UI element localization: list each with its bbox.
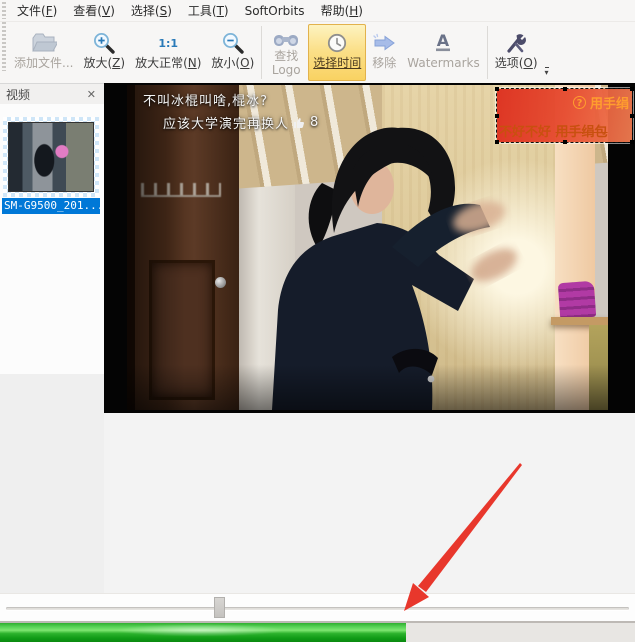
danmaku-text: 应该大学演完再换人	[163, 113, 289, 132]
slider-thumb[interactable]	[214, 597, 225, 618]
danmaku-like-count: 8	[310, 115, 319, 130]
options-button[interactable]: 选项(O)	[490, 24, 543, 81]
select-time-label: 选择时间	[313, 57, 361, 71]
toolbar-separator	[261, 26, 262, 79]
toolbar-separator-2	[487, 26, 488, 79]
list-item[interactable]	[3, 117, 99, 197]
slider-track[interactable]	[6, 607, 629, 610]
zoom-normal-label: 放大正常(N)	[135, 57, 201, 71]
zoom-out-icon	[221, 29, 245, 57]
menu-view[interactable]: 查看(V)	[65, 0, 123, 21]
watermark-letter-icon: A	[432, 29, 454, 57]
find-logo-label: 查找 Logo	[269, 50, 303, 78]
toolbar: 添加文件... 放大(Z) 1:1 放大正常(N)	[0, 22, 635, 83]
options-label: 选项(O)	[495, 57, 538, 71]
selection-handle[interactable]	[630, 87, 634, 91]
toolbar-grip[interactable]	[2, 2, 6, 19]
remove-label: 移除	[372, 57, 396, 71]
video-thumbnail[interactable]	[8, 122, 94, 192]
add-files-label: 添加文件...	[14, 57, 73, 71]
progress-bar	[0, 621, 635, 642]
selection-handle[interactable]	[495, 87, 499, 91]
toolbar-overflow-button[interactable]: ▾	[545, 67, 549, 77]
clock-icon	[325, 29, 349, 57]
zoom-in-icon	[92, 29, 116, 57]
thumbs-up-icon	[293, 116, 306, 129]
danmaku-comment: 不叫冰棍叫啥,棍冰?	[143, 90, 268, 109]
danmaku-comment-2: 应该大学演完再换人 8	[163, 113, 319, 132]
zoom-out-button[interactable]: 放小(O)	[206, 24, 259, 81]
watermark-text-bottom: 不好不好 用手绢包	[499, 121, 608, 140]
watermark-caption: 用手绢	[590, 93, 629, 112]
app-window: 文件(F) 查看(V) 选择(S) 工具(T) SoftOrbits 帮助(H)…	[0, 0, 635, 642]
binoculars-icon	[273, 29, 299, 50]
remove-arrow-icon	[371, 29, 397, 57]
video-list: SM-G9500_201...	[0, 104, 104, 374]
menu-help[interactable]: 帮助(H)	[313, 0, 371, 21]
zoom-1to1-icon: 1:1	[158, 29, 178, 57]
panel-header: 视频 ✕	[0, 84, 104, 104]
close-icon[interactable]: ✕	[85, 88, 98, 101]
zoom-normal-button[interactable]: 1:1 放大正常(N)	[130, 24, 206, 81]
add-files-button[interactable]: 添加文件...	[9, 24, 78, 81]
watermark-caption-2: 不好不好	[499, 125, 551, 140]
progress-fill	[0, 623, 406, 642]
selection-handle[interactable]	[563, 140, 567, 144]
question-badge-icon: ?	[573, 96, 586, 109]
remove-button[interactable]: 移除	[366, 24, 402, 81]
video-filename[interactable]: SM-G9500_201...	[2, 198, 100, 214]
watermarks-button[interactable]: A Watermarks	[402, 24, 484, 81]
timeline-slider	[0, 593, 635, 621]
video-list-panel: 视频 ✕ SM-G9500_201...	[0, 83, 104, 593]
panel-title: 视频	[6, 86, 30, 103]
select-time-button[interactable]: 选择时间	[308, 24, 366, 81]
svg-text:A: A	[437, 31, 450, 50]
menu-bar: 文件(F) 查看(V) 选择(S) 工具(T) SoftOrbits 帮助(H)	[0, 0, 635, 22]
menu-file[interactable]: 文件(F)	[9, 0, 65, 21]
zoom-in-label: 放大(Z)	[83, 57, 125, 71]
selection-handle[interactable]	[495, 140, 499, 144]
menu-tools[interactable]: 工具(T)	[180, 0, 237, 21]
workspace-background	[104, 413, 635, 593]
zoom-out-label: 放小(O)	[211, 57, 254, 71]
selection-handle[interactable]	[630, 140, 634, 144]
wrench-icon	[504, 29, 528, 57]
watermark-text-top: ? 用手绢	[573, 93, 629, 112]
video-stage: 不叫冰棍叫啥,棍冰? 应该大学演完再换人 8 ? 用手绢 不好不好 用手绢包	[104, 83, 635, 413]
add-files-folder-icon	[31, 29, 57, 57]
selection-handle[interactable]	[630, 114, 634, 118]
selection-handle[interactable]	[495, 114, 499, 118]
toolbar-grip-2[interactable]	[2, 22, 6, 71]
zoom-in-button[interactable]: 放大(Z)	[78, 24, 130, 81]
find-logo-button[interactable]: 查找 Logo	[264, 24, 308, 81]
menu-softorbits[interactable]: SoftOrbits	[237, 2, 313, 20]
watermark-selection[interactable]: ? 用手绢 不好不好 用手绢包	[496, 88, 633, 143]
selection-handle[interactable]	[563, 87, 567, 91]
watermark-caption-3: 用手绢包	[556, 125, 608, 140]
menu-select[interactable]: 选择(S)	[123, 0, 180, 21]
watermarks-label: Watermarks	[407, 57, 479, 71]
